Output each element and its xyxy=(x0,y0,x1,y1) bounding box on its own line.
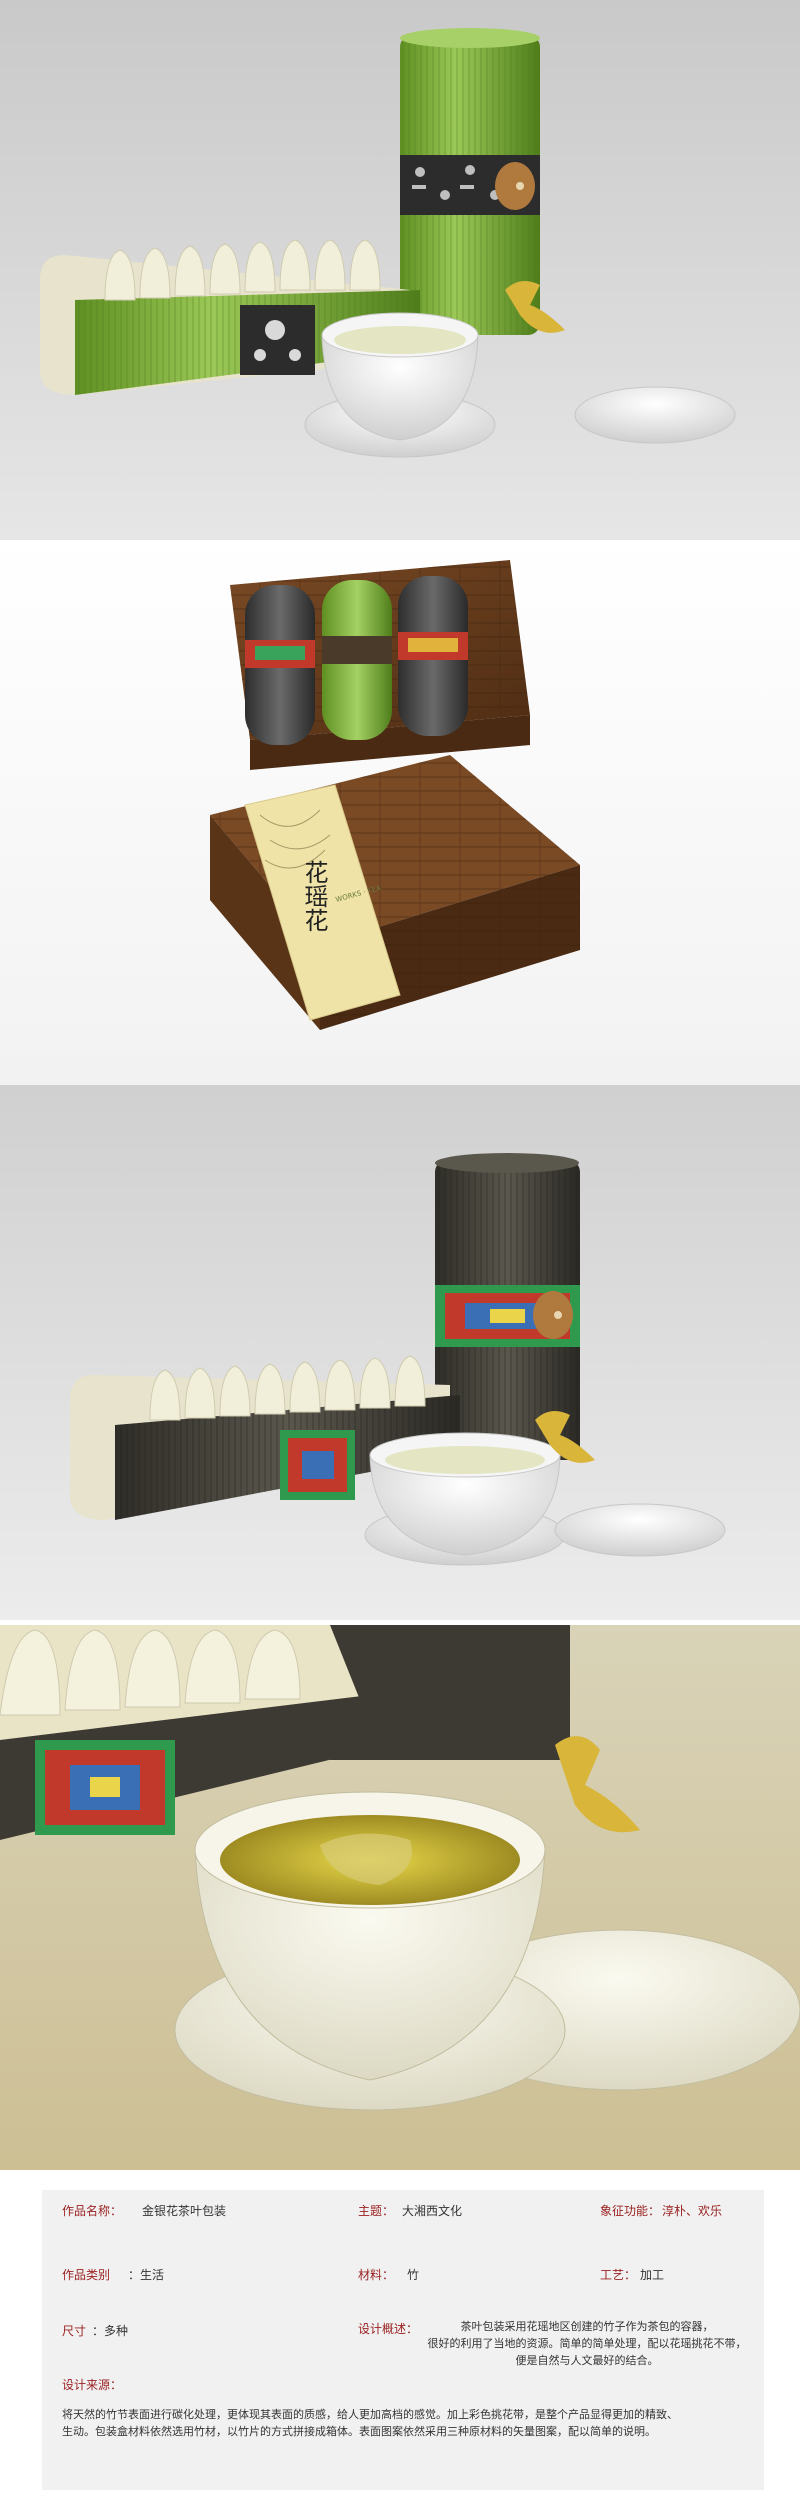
box-title: 花瑶花 xyxy=(300,860,328,932)
craft-value: 加工 xyxy=(640,2268,665,2282)
material-value: 竹 xyxy=(407,2268,420,2282)
category-label: 作品类别 xyxy=(62,2268,111,2282)
overview-text: 茶叶包装采用花瑶地区创建的竹子作为茶包的容器， 很好的利用了当地的资源。简单的简… xyxy=(427,2320,747,2367)
overview-label: 设计概述： xyxy=(358,2322,419,2336)
size-label: 尺寸 xyxy=(62,2324,87,2338)
name-label: 作品名称： xyxy=(62,2204,123,2218)
source-text: 将天然的竹节表面进行碳化处理，更体现其表面的质感，给人更加高档的感觉。加上彩色挑… xyxy=(62,2408,678,2438)
name-value: 金银花茶叶包装 xyxy=(142,2204,227,2218)
symbol-value: 淳朴、欢乐 xyxy=(662,2204,723,2218)
product-photo-green xyxy=(0,0,800,540)
symbol-label: 象征功能： xyxy=(600,2204,661,2218)
craft-label: 工艺： xyxy=(600,2268,637,2282)
product-photo-closeup xyxy=(0,1625,800,2170)
material-label: 材料： xyxy=(358,2268,395,2282)
product-photo-box: 花瑶花 WORKS · TEA xyxy=(0,540,800,1085)
theme-label: 主题： xyxy=(358,2204,395,2218)
category-value: ：生活 xyxy=(128,2268,165,2282)
design-info-card: 作品名称： 金银花茶叶包装 主题： 大湘西文化 象征功能： 淳朴、欢乐 作品类别… xyxy=(42,2190,764,2490)
product-photo-dark xyxy=(0,1085,800,1620)
theme-value: 大湘西文化 xyxy=(402,2204,463,2218)
size-value: ：多种 xyxy=(92,2324,129,2338)
source-label: 设计来源： xyxy=(62,2378,123,2392)
